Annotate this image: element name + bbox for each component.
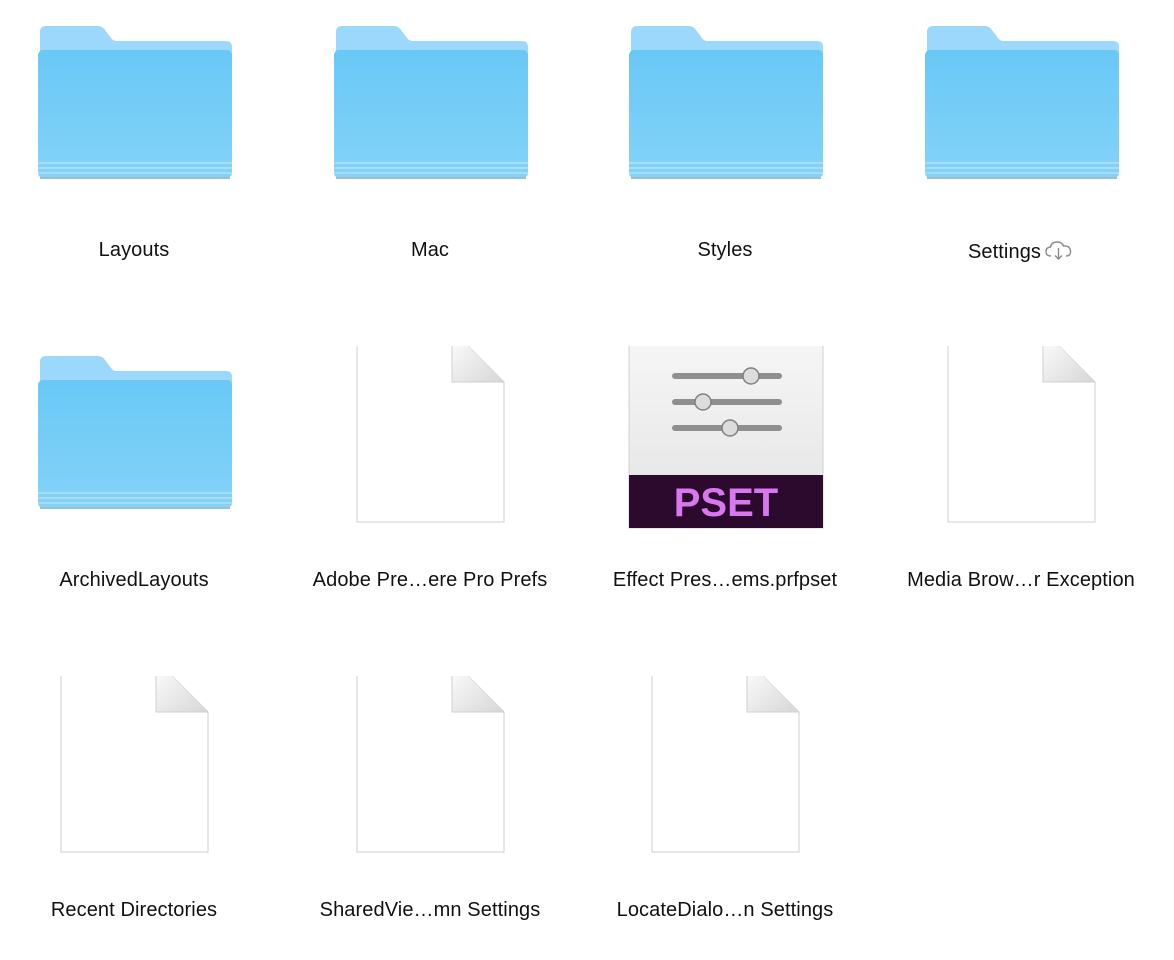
folder-icon[interactable] (0, 346, 282, 556)
file-name-label: ArchivedLayouts (59, 569, 209, 591)
file-item-settings[interactable]: Settings (873, 16, 1169, 316)
file-name-label: Settings (873, 239, 1169, 267)
file-item-recent-directories[interactable]: Recent Directories (0, 676, 282, 960)
file-name-label: Effect Pres…ems.prfpset (612, 569, 838, 591)
document-icon[interactable] (282, 676, 578, 886)
folder-icon[interactable] (577, 16, 873, 226)
folder-icon[interactable] (873, 16, 1169, 226)
folder-icon[interactable] (0, 16, 282, 226)
file-item-adobe-premiere-pro-prefs[interactable]: Adobe Pre…ere Pro Prefs (282, 346, 578, 646)
file-item-sharedview-column-settings[interactable]: SharedVie…mn Settings (282, 676, 578, 960)
file-item-effect-presets[interactable]: PSET Effect Pres…ems.prfpset (577, 346, 873, 646)
file-item-locatedialog-column-settings[interactable]: LocateDialo…n Settings (577, 676, 873, 960)
file-item-styles[interactable]: Styles (577, 16, 873, 316)
document-icon[interactable] (282, 346, 578, 556)
finder-icon-grid: Layouts Mac Styles Settings ArchivedLayo… (0, 0, 1174, 960)
file-item-archivedlayouts[interactable]: ArchivedLayouts (0, 346, 282, 646)
file-item-mac[interactable]: Mac (282, 16, 578, 316)
file-name-label: Styles (697, 239, 753, 261)
file-name-label: Media Brow…r Exception (907, 569, 1135, 591)
file-name-text: Settings (967, 241, 1042, 263)
pset-badge-text: PSET (674, 481, 778, 525)
file-name-label: Layouts (98, 239, 170, 261)
document-icon[interactable] (577, 676, 873, 886)
file-name-label: LocateDialo…n Settings (616, 899, 834, 921)
file-item-media-browser-exception[interactable]: Media Brow…r Exception (873, 346, 1169, 646)
pset-file-icon[interactable]: PSET (577, 346, 873, 556)
file-name-label: Recent Directories (50, 899, 218, 921)
file-item-layouts[interactable]: Layouts (0, 16, 282, 316)
file-name-label: Mac (410, 239, 450, 261)
document-icon[interactable] (873, 346, 1169, 556)
document-icon[interactable] (0, 676, 282, 886)
icloud-download-icon[interactable] (1044, 239, 1074, 267)
file-name-label: Adobe Pre…ere Pro Prefs (312, 569, 548, 591)
folder-icon[interactable] (282, 16, 578, 226)
file-name-label: SharedVie…mn Settings (319, 899, 541, 921)
